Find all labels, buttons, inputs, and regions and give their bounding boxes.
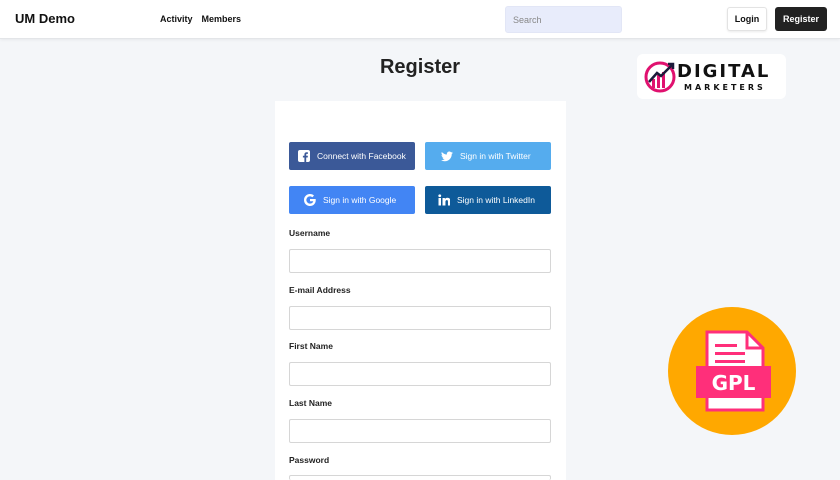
first-name-field[interactable] — [289, 362, 551, 386]
logo-line-2: MARKETERS — [684, 83, 766, 92]
nav-activity[interactable]: Activity — [160, 14, 193, 24]
nav-members[interactable]: Members — [202, 14, 242, 24]
facebook-connect-button[interactable]: Connect with Facebook — [289, 142, 415, 170]
top-navbar: UM Demo Activity Members Search Login Re… — [0, 0, 840, 39]
google-icon — [304, 194, 316, 206]
first-name-label: First Name — [289, 341, 333, 351]
linkedin-icon — [438, 194, 450, 206]
password-label: Password — [289, 455, 330, 465]
facebook-button-label: Connect with Facebook — [317, 151, 406, 161]
register-button[interactable]: Register — [775, 7, 827, 31]
google-signin-button[interactable]: Sign in with Google — [289, 186, 415, 214]
password-field[interactable] — [289, 475, 551, 480]
logo-line-1: DIGITAL — [677, 61, 771, 82]
linkedin-signin-button[interactable]: Sign in with LinkedIn — [425, 186, 551, 214]
site-brand[interactable]: UM Demo — [15, 11, 75, 26]
last-name-field[interactable] — [289, 419, 551, 443]
login-button[interactable]: Login — [727, 7, 767, 31]
chart-logo-icon — [644, 61, 676, 93]
facebook-icon — [298, 150, 310, 162]
gpl-label: GPL — [711, 371, 756, 395]
username-field[interactable] — [289, 249, 551, 273]
twitter-icon — [441, 150, 453, 162]
linkedin-button-label: Sign in with LinkedIn — [457, 195, 535, 205]
twitter-button-label: Sign in with Twitter — [460, 151, 531, 161]
email-label: E-mail Address — [289, 285, 351, 295]
search-input[interactable]: Search — [505, 6, 622, 33]
google-button-label: Sign in with Google — [323, 195, 397, 205]
email-field[interactable] — [289, 306, 551, 330]
twitter-signin-button[interactable]: Sign in with Twitter — [425, 142, 551, 170]
username-label: Username — [289, 228, 331, 238]
main-nav: Activity Members — [160, 14, 241, 24]
last-name-label: Last Name — [289, 398, 332, 408]
